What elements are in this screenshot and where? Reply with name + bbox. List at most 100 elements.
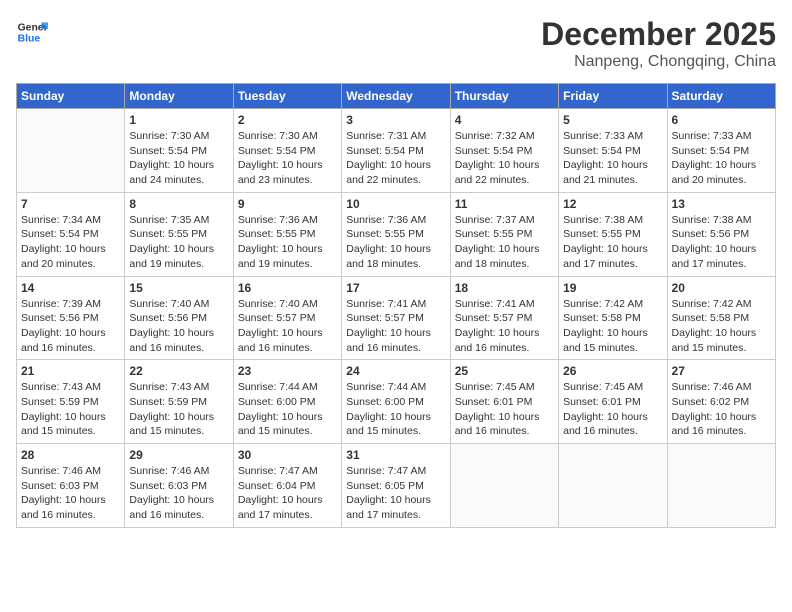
day-detail: Sunrise: 7:44 AM Sunset: 6:00 PM Dayligh…: [238, 380, 337, 439]
day-detail: Sunrise: 7:43 AM Sunset: 5:59 PM Dayligh…: [129, 380, 228, 439]
calendar-cell: 2Sunrise: 7:30 AM Sunset: 5:54 PM Daylig…: [233, 109, 341, 193]
calendar-dow-thursday: Thursday: [450, 84, 558, 109]
calendar-cell: 16 Sunrise: 7:40 AM Sunset: 5:57 PM Dayli…: [233, 276, 341, 360]
day-detail: Sunrise: 7:30 AM Sunset: 5:54 PM Dayligh…: [129, 129, 228, 188]
day-number: 29: [129, 448, 228, 462]
day-number: 26: [563, 364, 662, 378]
calendar-cell: 22 Sunrise: 7:43 AM Sunset: 5:59 PM Dayli…: [125, 360, 233, 444]
calendar-cell: 29 Sunrise: 7:46 AM Sunset: 6:03 PM Dayli…: [125, 444, 233, 528]
day-detail: Sunrise: 7:44 AM Sunset: 6:00 PM Dayligh…: [346, 380, 445, 439]
calendar-cell: 21Sunrise: 7:43 AM Sunset: 5:59 PM Dayli…: [17, 360, 125, 444]
calendar-cell: [667, 444, 775, 528]
calendar-cell: 4 Sunrise: 7:32 AM Sunset: 5:54 PM Daylig…: [450, 109, 558, 193]
day-detail: Sunrise: 7:33 AM Sunset: 5:54 PM Dayligh…: [672, 129, 771, 188]
calendar-week-row: 28 Sunrise: 7:46 AM Sunset: 6:03 PM Dayli…: [17, 444, 776, 528]
day-number: 18: [455, 281, 554, 295]
calendar-cell: 24Sunrise: 7:44 AM Sunset: 6:00 PM Dayli…: [342, 360, 450, 444]
location: Nanpeng, Chongqing, China: [541, 53, 776, 71]
day-detail: Sunrise: 7:38 AM Sunset: 5:55 PM Dayligh…: [563, 213, 662, 272]
day-number: 9: [238, 197, 337, 211]
day-detail: Sunrise: 7:47 AM Sunset: 6:05 PM Dayligh…: [346, 464, 445, 523]
calendar-cell: 1 Sunrise: 7:30 AM Sunset: 5:54 PM Daylig…: [125, 109, 233, 193]
calendar-cell: 13Sunrise: 7:38 AM Sunset: 5:56 PM Dayli…: [667, 192, 775, 276]
day-number: 28: [21, 448, 120, 462]
day-detail: Sunrise: 7:46 AM Sunset: 6:03 PM Dayligh…: [21, 464, 120, 523]
calendar-dow-saturday: Saturday: [667, 84, 775, 109]
day-detail: Sunrise: 7:32 AM Sunset: 5:54 PM Dayligh…: [455, 129, 554, 188]
calendar-table: SundayMondayTuesdayWednesdayThursdayFrid…: [16, 83, 776, 528]
calendar-cell: 17 Sunrise: 7:41 AM Sunset: 5:57 PM Dayli…: [342, 276, 450, 360]
day-number: 15: [129, 281, 228, 295]
calendar-week-row: 1 Sunrise: 7:30 AM Sunset: 5:54 PM Daylig…: [17, 109, 776, 193]
calendar-cell: 3 Sunrise: 7:31 AM Sunset: 5:54 PM Daylig…: [342, 109, 450, 193]
day-detail: Sunrise: 7:42 AM Sunset: 5:58 PM Dayligh…: [563, 297, 662, 356]
day-detail: Sunrise: 7:36 AM Sunset: 5:55 PM Dayligh…: [238, 213, 337, 272]
day-detail: Sunrise: 7:35 AM Sunset: 5:55 PM Dayligh…: [129, 213, 228, 272]
day-number: 22: [129, 364, 228, 378]
calendar-cell: 12 Sunrise: 7:38 AM Sunset: 5:55 PM Dayli…: [559, 192, 667, 276]
day-number: 19: [563, 281, 662, 295]
calendar-cell: 31 Sunrise: 7:47 AM Sunset: 6:05 PM Dayli…: [342, 444, 450, 528]
calendar-cell: 25Sunrise: 7:45 AM Sunset: 6:01 PM Dayli…: [450, 360, 558, 444]
calendar-cell: 11Sunrise: 7:37 AM Sunset: 5:55 PM Dayli…: [450, 192, 558, 276]
logo: General Blue: [16, 16, 48, 48]
calendar-cell: 6 Sunrise: 7:33 AM Sunset: 5:54 PM Daylig…: [667, 109, 775, 193]
day-detail: Sunrise: 7:45 AM Sunset: 6:01 PM Dayligh…: [455, 380, 554, 439]
day-number: 6: [672, 113, 771, 127]
day-number: 8: [129, 197, 228, 211]
day-number: 7: [21, 197, 120, 211]
day-detail: Sunrise: 7:30 AM Sunset: 5:54 PM Dayligh…: [238, 129, 337, 188]
calendar-cell: [559, 444, 667, 528]
page-header: General Blue December 2025 Nanpeng, Chon…: [16, 16, 776, 71]
calendar-cell: 10 Sunrise: 7:36 AM Sunset: 5:55 PM Dayli…: [342, 192, 450, 276]
day-detail: Sunrise: 7:39 AM Sunset: 5:56 PM Dayligh…: [21, 297, 120, 356]
calendar-cell: 5Sunrise: 7:33 AM Sunset: 5:54 PM Daylig…: [559, 109, 667, 193]
calendar-cell: 8 Sunrise: 7:35 AM Sunset: 5:55 PM Daylig…: [125, 192, 233, 276]
calendar-cell: 26 Sunrise: 7:45 AM Sunset: 6:01 PM Dayli…: [559, 360, 667, 444]
day-detail: Sunrise: 7:46 AM Sunset: 6:02 PM Dayligh…: [672, 380, 771, 439]
day-number: 14: [21, 281, 120, 295]
day-number: 23: [238, 364, 337, 378]
day-number: 31: [346, 448, 445, 462]
day-detail: Sunrise: 7:31 AM Sunset: 5:54 PM Dayligh…: [346, 129, 445, 188]
svg-text:Blue: Blue: [18, 34, 41, 45]
day-number: 5: [563, 113, 662, 127]
day-detail: Sunrise: 7:40 AM Sunset: 5:57 PM Dayligh…: [238, 297, 337, 356]
calendar-week-row: 7Sunrise: 7:34 AM Sunset: 5:54 PM Daylig…: [17, 192, 776, 276]
day-number: 3: [346, 113, 445, 127]
calendar-header-row: SundayMondayTuesdayWednesdayThursdayFrid…: [17, 84, 776, 109]
day-detail: Sunrise: 7:40 AM Sunset: 5:56 PM Dayligh…: [129, 297, 228, 356]
day-number: 17: [346, 281, 445, 295]
calendar-dow-tuesday: Tuesday: [233, 84, 341, 109]
day-number: 27: [672, 364, 771, 378]
title-block: December 2025 Nanpeng, Chongqing, China: [541, 16, 776, 71]
day-number: 12: [563, 197, 662, 211]
day-number: 10: [346, 197, 445, 211]
day-detail: Sunrise: 7:47 AM Sunset: 6:04 PM Dayligh…: [238, 464, 337, 523]
day-number: 4: [455, 113, 554, 127]
day-detail: Sunrise: 7:46 AM Sunset: 6:03 PM Dayligh…: [129, 464, 228, 523]
calendar-cell: [17, 109, 125, 193]
day-number: 21: [21, 364, 120, 378]
day-number: 20: [672, 281, 771, 295]
calendar-cell: 27 Sunrise: 7:46 AM Sunset: 6:02 PM Dayli…: [667, 360, 775, 444]
day-detail: Sunrise: 7:38 AM Sunset: 5:56 PM Dayligh…: [672, 213, 771, 272]
day-detail: Sunrise: 7:45 AM Sunset: 6:01 PM Dayligh…: [563, 380, 662, 439]
calendar-cell: 9 Sunrise: 7:36 AM Sunset: 5:55 PM Daylig…: [233, 192, 341, 276]
day-number: 11: [455, 197, 554, 211]
calendar-cell: [450, 444, 558, 528]
day-number: 16: [238, 281, 337, 295]
day-number: 1: [129, 113, 228, 127]
logo-icon: General Blue: [16, 16, 48, 48]
calendar-dow-monday: Monday: [125, 84, 233, 109]
calendar-cell: 30Sunrise: 7:47 AM Sunset: 6:04 PM Dayli…: [233, 444, 341, 528]
calendar-dow-sunday: Sunday: [17, 84, 125, 109]
calendar-cell: 23 Sunrise: 7:44 AM Sunset: 6:00 PM Dayli…: [233, 360, 341, 444]
day-detail: Sunrise: 7:41 AM Sunset: 5:57 PM Dayligh…: [455, 297, 554, 356]
calendar-week-row: 14 Sunrise: 7:39 AM Sunset: 5:56 PM Dayli…: [17, 276, 776, 360]
calendar-cell: 28 Sunrise: 7:46 AM Sunset: 6:03 PM Dayli…: [17, 444, 125, 528]
calendar-cell: 7Sunrise: 7:34 AM Sunset: 5:54 PM Daylig…: [17, 192, 125, 276]
calendar-cell: 18 Sunrise: 7:41 AM Sunset: 5:57 PM Dayli…: [450, 276, 558, 360]
day-detail: Sunrise: 7:36 AM Sunset: 5:55 PM Dayligh…: [346, 213, 445, 272]
day-detail: Sunrise: 7:41 AM Sunset: 5:57 PM Dayligh…: [346, 297, 445, 356]
